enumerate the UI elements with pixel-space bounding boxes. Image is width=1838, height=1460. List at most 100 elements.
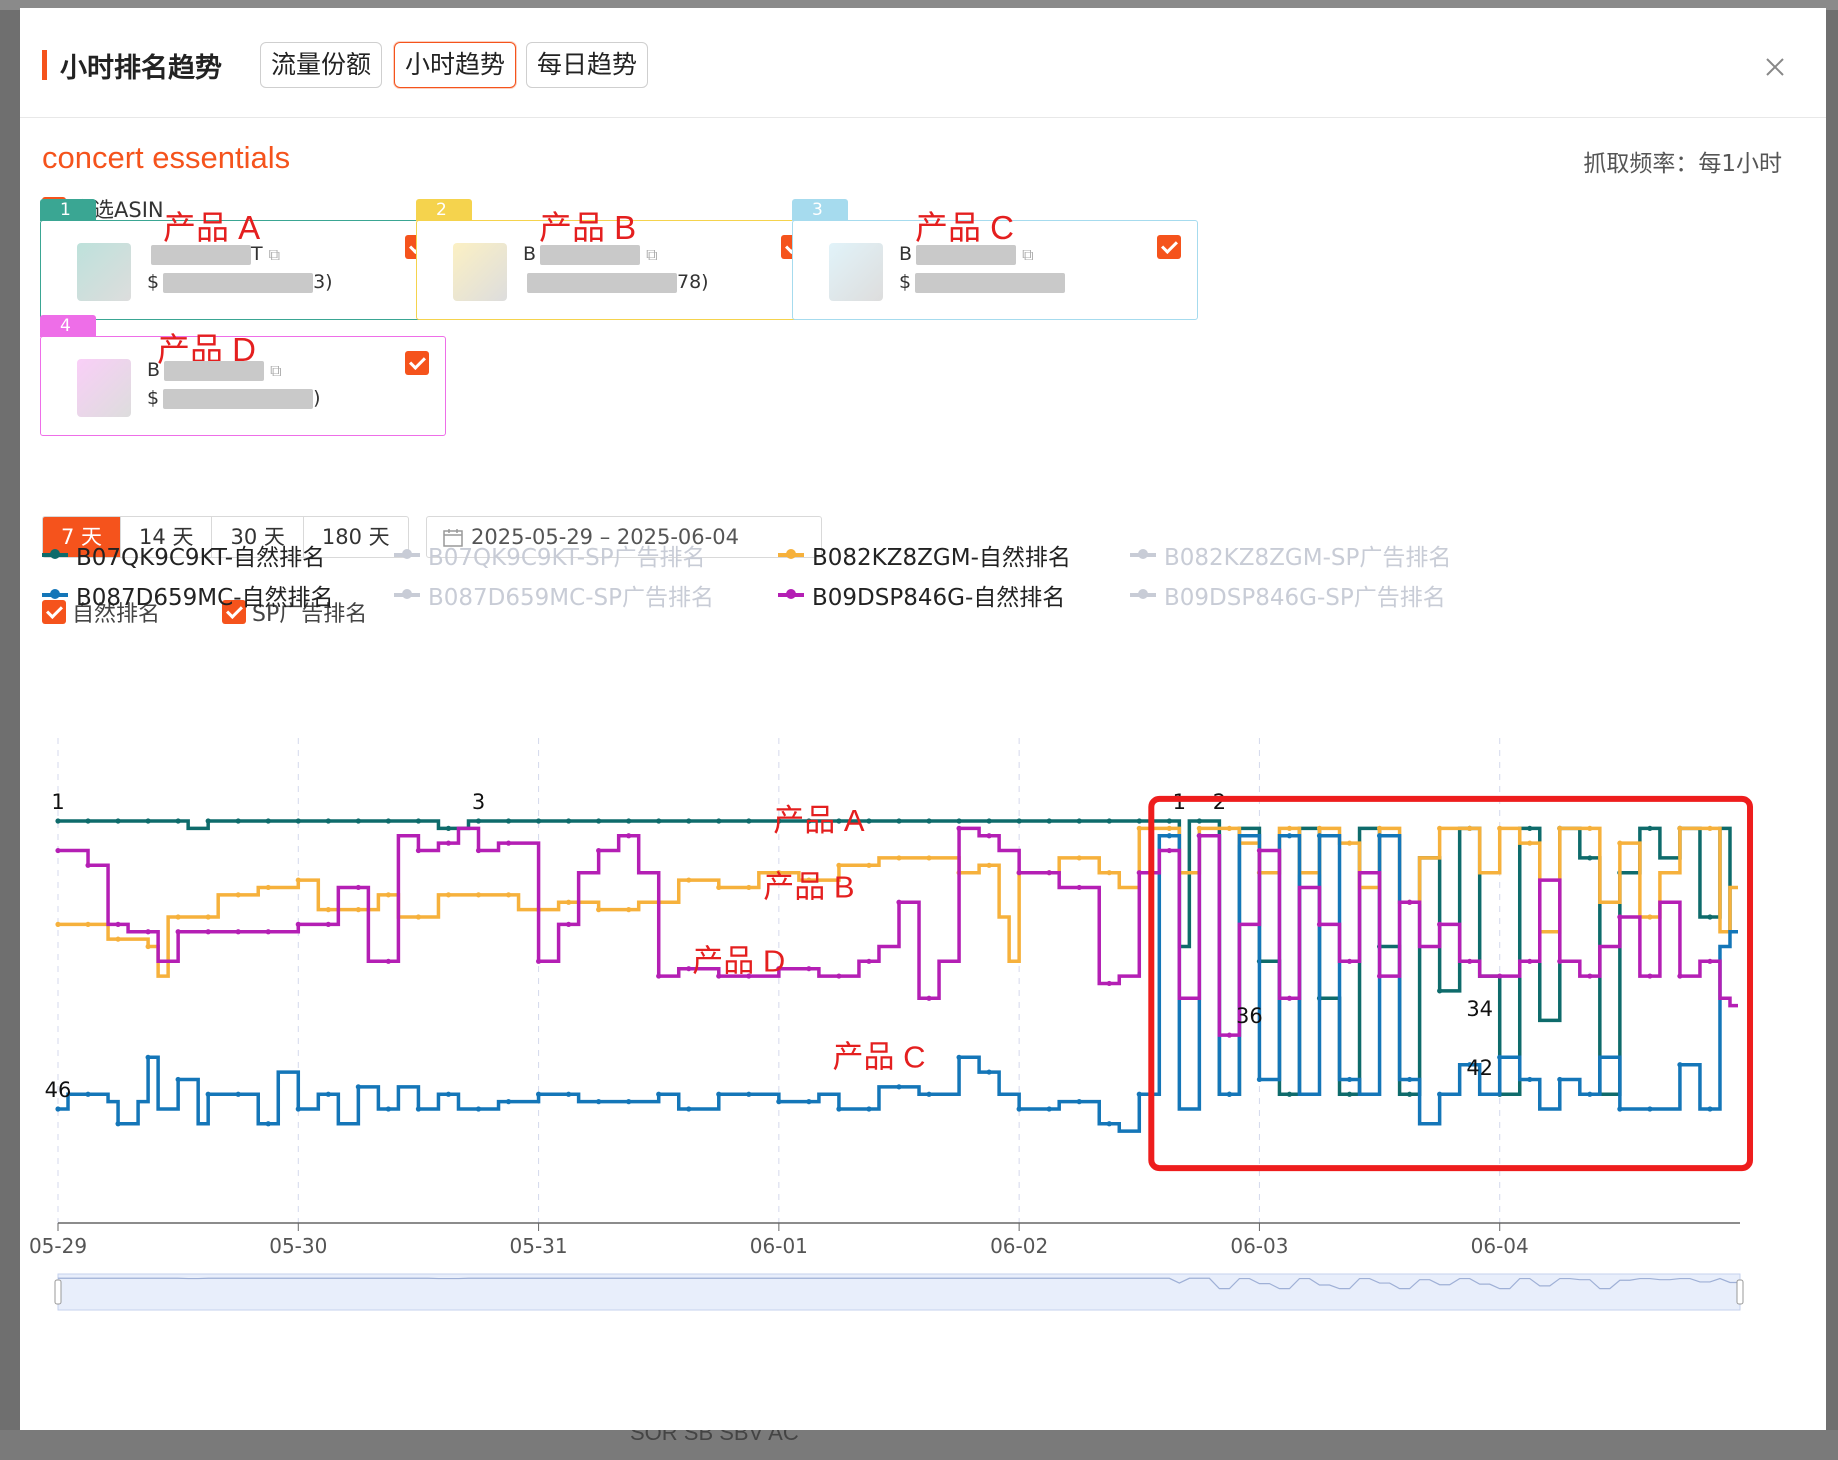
series-point[interactable] bbox=[445, 825, 452, 831]
series-point[interactable] bbox=[295, 1106, 301, 1112]
series-point[interactable] bbox=[1286, 1091, 1293, 1097]
series-point[interactable] bbox=[1196, 818, 1202, 824]
series-point[interactable] bbox=[896, 899, 902, 905]
series-point[interactable] bbox=[1647, 1106, 1653, 1112]
series-point[interactable] bbox=[85, 818, 91, 824]
zoom-handle-left[interactable] bbox=[54, 1279, 62, 1305]
series-point[interactable] bbox=[1106, 818, 1112, 824]
series-point[interactable] bbox=[596, 907, 602, 913]
series-point[interactable] bbox=[55, 921, 61, 927]
series-point[interactable] bbox=[1587, 855, 1593, 861]
series-point[interactable] bbox=[445, 892, 452, 898]
series-point[interactable] bbox=[55, 818, 61, 824]
series-point[interactable] bbox=[956, 818, 962, 824]
series-point[interactable] bbox=[866, 1106, 872, 1112]
product-thumbnail[interactable] bbox=[77, 359, 131, 417]
series-point[interactable] bbox=[626, 833, 632, 839]
series-point[interactable] bbox=[1016, 818, 1022, 824]
series-point[interactable] bbox=[1527, 840, 1533, 846]
series-point[interactable] bbox=[1316, 825, 1323, 831]
series-point[interactable] bbox=[1346, 1091, 1353, 1097]
series-point[interactable] bbox=[85, 1091, 91, 1097]
series-point[interactable] bbox=[1647, 825, 1653, 831]
series-point[interactable] bbox=[355, 884, 361, 891]
series-point[interactable] bbox=[896, 818, 902, 824]
card-checkbox[interactable] bbox=[1157, 235, 1181, 259]
series-point[interactable] bbox=[385, 892, 391, 898]
series-point[interactable] bbox=[866, 818, 872, 824]
series-point[interactable] bbox=[505, 818, 512, 824]
tab-daily-trend[interactable]: 每日趋势 bbox=[526, 42, 649, 88]
series-point[interactable] bbox=[55, 1106, 61, 1112]
series-point[interactable] bbox=[746, 818, 752, 824]
legend-item[interactable]: B087D659MC-SP广告排名 bbox=[394, 578, 714, 612]
series-point[interactable] bbox=[1016, 1106, 1022, 1112]
series-point[interactable] bbox=[295, 921, 301, 927]
legend-item[interactable]: B082KZ8ZGM-自然排名 bbox=[778, 538, 1071, 572]
series-point[interactable] bbox=[1617, 1106, 1623, 1112]
series-point[interactable] bbox=[175, 929, 181, 935]
zoom-handle-right[interactable] bbox=[1736, 1279, 1744, 1305]
legend-item[interactable]: B09DSP846G-自然排名 bbox=[778, 578, 1065, 612]
series-point[interactable] bbox=[896, 855, 902, 861]
series-point[interactable] bbox=[806, 966, 812, 972]
series-point[interactable] bbox=[836, 973, 842, 979]
series-point[interactable] bbox=[235, 892, 241, 898]
series-point[interactable] bbox=[1076, 818, 1082, 824]
series-point[interactable] bbox=[896, 1084, 902, 1090]
series-point[interactable] bbox=[1166, 833, 1172, 839]
card-checkbox[interactable] bbox=[405, 351, 429, 375]
series-point[interactable] bbox=[175, 914, 181, 920]
series-point[interactable] bbox=[1497, 825, 1503, 831]
series-point[interactable] bbox=[145, 818, 151, 824]
series-point[interactable] bbox=[1196, 825, 1202, 831]
legend-item[interactable]: B07QK9C9KT-自然排名 bbox=[42, 538, 325, 572]
series-point[interactable] bbox=[1437, 825, 1443, 831]
series-point[interactable] bbox=[686, 877, 692, 883]
series-point[interactable] bbox=[145, 1054, 151, 1060]
series-point[interactable] bbox=[1166, 847, 1172, 854]
series-point[interactable] bbox=[1527, 958, 1533, 964]
tab-traffic-share[interactable]: 流量份额 bbox=[260, 42, 383, 88]
series-point[interactable] bbox=[926, 818, 932, 824]
series-point[interactable] bbox=[1376, 825, 1383, 831]
series-point[interactable] bbox=[1587, 825, 1593, 831]
series-point[interactable] bbox=[1286, 833, 1293, 839]
series-point[interactable] bbox=[385, 818, 391, 824]
series-point[interactable] bbox=[1557, 1076, 1563, 1083]
series-point[interactable] bbox=[355, 907, 361, 913]
series-point[interactable] bbox=[115, 936, 121, 942]
series-point[interactable] bbox=[1677, 825, 1683, 831]
series-point[interactable] bbox=[1286, 825, 1293, 831]
series-point[interactable] bbox=[1707, 914, 1713, 920]
series-point[interactable] bbox=[355, 818, 361, 824]
series-point[interactable] bbox=[295, 818, 301, 824]
copy-icon[interactable]: ⧉ bbox=[646, 245, 657, 264]
series-point[interactable] bbox=[265, 929, 271, 935]
series-point[interactable] bbox=[1256, 1076, 1263, 1083]
series-point[interactable] bbox=[1316, 833, 1323, 839]
series-point[interactable] bbox=[325, 907, 331, 913]
series-point[interactable] bbox=[385, 958, 391, 964]
series-point[interactable] bbox=[505, 840, 512, 846]
zoom-slider-track[interactable] bbox=[57, 1273, 1741, 1311]
series-point[interactable] bbox=[1046, 818, 1052, 824]
series-point[interactable] bbox=[535, 958, 542, 964]
series-point[interactable] bbox=[596, 1099, 602, 1105]
series-point[interactable] bbox=[1136, 1091, 1142, 1097]
series-point[interactable] bbox=[445, 1091, 452, 1097]
series-point[interactable] bbox=[1617, 840, 1623, 846]
series-point[interactable] bbox=[85, 862, 91, 868]
series-point[interactable] bbox=[1497, 973, 1503, 979]
series-point[interactable] bbox=[836, 862, 842, 868]
series-point[interactable] bbox=[415, 847, 422, 854]
series-point[interactable] bbox=[1527, 825, 1533, 831]
series-point[interactable] bbox=[1076, 884, 1082, 891]
series-point[interactable] bbox=[656, 1091, 662, 1097]
series-point[interactable] bbox=[1016, 870, 1022, 876]
series-point[interactable] bbox=[1316, 921, 1323, 927]
legend-item[interactable]: B082KZ8ZGM-SP广告排名 bbox=[1130, 538, 1451, 572]
series-point[interactable] bbox=[295, 877, 301, 883]
series-point[interactable] bbox=[1226, 1091, 1232, 1097]
series-point[interactable] bbox=[1557, 958, 1563, 964]
